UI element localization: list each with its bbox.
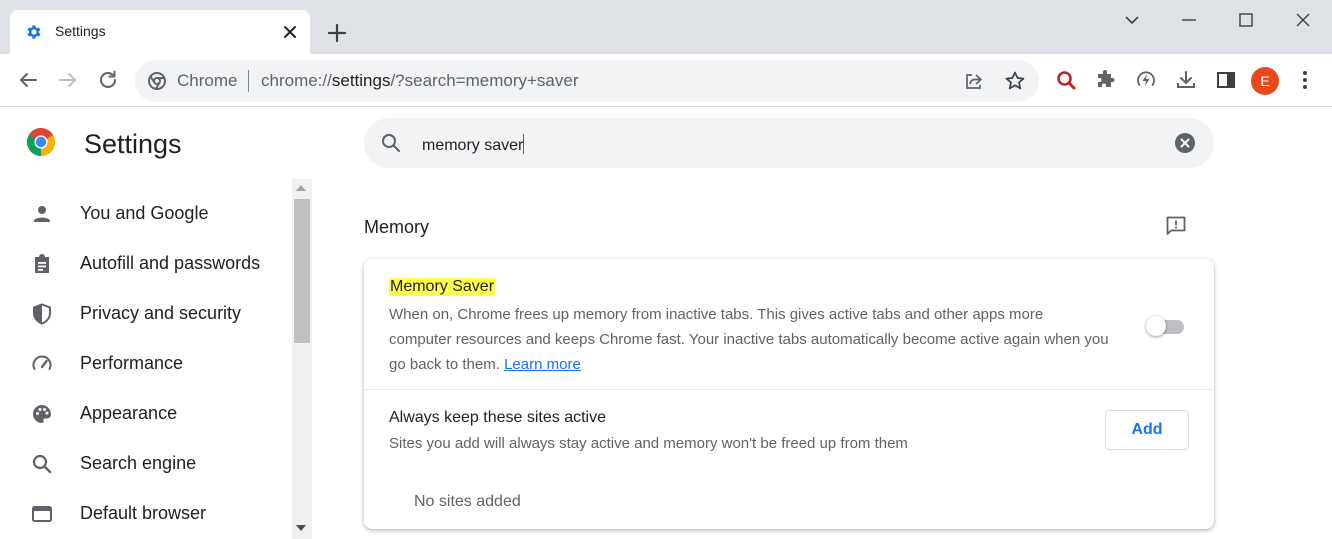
maximize-icon[interactable] bbox=[1235, 9, 1257, 31]
toggle-knob bbox=[1146, 316, 1166, 336]
address-bar[interactable]: Chrome chrome://settings/?search=memory+… bbox=[135, 60, 1039, 102]
sidebar-item-label: Performance bbox=[80, 353, 184, 373]
sidebar-item-label: You and Google bbox=[80, 203, 209, 223]
browser-toolbar: Chrome chrome://settings/?search=memory+… bbox=[0, 54, 1332, 107]
bookmark-star-icon[interactable] bbox=[1004, 70, 1026, 92]
memory-saver-toggle[interactable] bbox=[1146, 315, 1186, 336]
sidebar-item-label: Privacy and security bbox=[80, 303, 242, 323]
clear-search-icon[interactable] bbox=[1174, 132, 1196, 154]
memory-saver-description: When on, Chrome frees up memory from ina… bbox=[389, 302, 1109, 377]
always-active-description: Sites you add will always stay active an… bbox=[389, 435, 908, 452]
side-panel-icon[interactable] bbox=[1214, 68, 1238, 92]
sidebar-item-privacy-security[interactable]: Privacy and security bbox=[0, 290, 290, 336]
person-icon bbox=[34, 206, 50, 222]
sidebar-scrollbar[interactable] bbox=[292, 179, 312, 539]
scrollbar-thumb[interactable] bbox=[294, 199, 310, 343]
tab-strip: Settings bbox=[0, 0, 1332, 54]
add-site-button[interactable]: Add bbox=[1105, 410, 1189, 450]
palette-icon bbox=[33, 405, 51, 423]
performance-bolt-icon[interactable] bbox=[1134, 68, 1158, 92]
sidebar-item-you-and-google[interactable]: You and Google bbox=[0, 190, 290, 236]
sidebar-item-label: Default browser bbox=[80, 503, 207, 523]
close-icon[interactable] bbox=[280, 22, 300, 42]
search-input[interactable]: memory saver bbox=[422, 134, 525, 155]
sidebar-item-search-engine[interactable]: Search engine bbox=[0, 440, 290, 486]
page-title: Settings bbox=[84, 129, 182, 159]
card-divider bbox=[364, 389, 1214, 390]
sidebar-item-performance[interactable]: Performance bbox=[0, 340, 290, 386]
gear-icon bbox=[27, 25, 41, 39]
red-search-extension-icon[interactable] bbox=[1054, 68, 1078, 92]
sidebar-item-autofill[interactable]: Autofill and passwords bbox=[0, 240, 290, 286]
download-icon[interactable] bbox=[1174, 68, 1198, 92]
shield-icon bbox=[33, 303, 51, 325]
browser-window-icon bbox=[32, 506, 52, 522]
url-host: settings bbox=[331, 71, 391, 90]
site-chip-label: Chrome bbox=[177, 71, 238, 90]
clipboard-icon bbox=[35, 254, 49, 273]
new-tab-plus-icon[interactable] bbox=[326, 22, 348, 44]
share-icon[interactable] bbox=[963, 70, 985, 92]
chrome-logo-icon bbox=[27, 128, 55, 156]
chrome-site-icon[interactable] bbox=[147, 71, 167, 91]
always-active-title: Always keep these sites active bbox=[389, 409, 606, 426]
url-prefix: chrome:// bbox=[261, 71, 332, 90]
profile-avatar[interactable]: E bbox=[1251, 67, 1279, 95]
scroll-up-arrow-icon[interactable] bbox=[296, 185, 306, 191]
memory-saver-title: Memory Saver bbox=[389, 278, 496, 296]
scroll-down-arrow-icon[interactable] bbox=[296, 525, 306, 531]
search-icon bbox=[32, 454, 52, 474]
feedback-icon[interactable] bbox=[1164, 214, 1188, 238]
memory-settings-card: Memory Saver When on, Chrome frees up me… bbox=[364, 259, 1214, 529]
text-caret bbox=[523, 134, 525, 154]
section-title-memory: Memory bbox=[364, 217, 430, 237]
address-separator bbox=[248, 70, 249, 92]
back-arrow-icon[interactable] bbox=[16, 68, 40, 92]
url-path: /?search=memory+saver bbox=[390, 71, 579, 90]
menu-kebab-icon[interactable] bbox=[1293, 68, 1317, 92]
tab-title: Settings bbox=[55, 23, 106, 39]
minimize-icon[interactable] bbox=[1178, 9, 1200, 31]
settings-page: Settings memory saver You and Google Aut… bbox=[0, 107, 1332, 539]
sidebar-item-appearance[interactable]: Appearance bbox=[0, 390, 290, 436]
speedometer-icon bbox=[32, 355, 52, 370]
search-input-value: memory saver bbox=[422, 137, 524, 154]
forward-arrow-icon[interactable] bbox=[56, 68, 80, 92]
sidebar-item-default-browser[interactable]: Default browser bbox=[0, 490, 290, 536]
learn-more-link[interactable]: Learn more bbox=[504, 356, 581, 373]
sidebar-item-label: Appearance bbox=[80, 403, 178, 423]
no-sites-message: No sites added bbox=[414, 493, 521, 510]
memory-saver-desc-text: When on, Chrome frees up memory from ina… bbox=[389, 306, 1109, 373]
url-text[interactable]: chrome://settings/?search=memory+saver bbox=[261, 71, 578, 91]
extensions-puzzle-icon[interactable] bbox=[1094, 68, 1118, 92]
tab-settings[interactable]: Settings bbox=[10, 10, 310, 54]
tab-search-chevron-icon[interactable] bbox=[1121, 9, 1143, 31]
sidebar-item-label: Autofill and passwords bbox=[80, 253, 261, 273]
window-close-icon[interactable] bbox=[1292, 9, 1314, 31]
reload-icon[interactable] bbox=[96, 68, 120, 92]
search-icon bbox=[382, 134, 401, 153]
settings-search-field[interactable]: memory saver bbox=[364, 118, 1214, 168]
sidebar-item-label: Search engine bbox=[80, 453, 197, 473]
